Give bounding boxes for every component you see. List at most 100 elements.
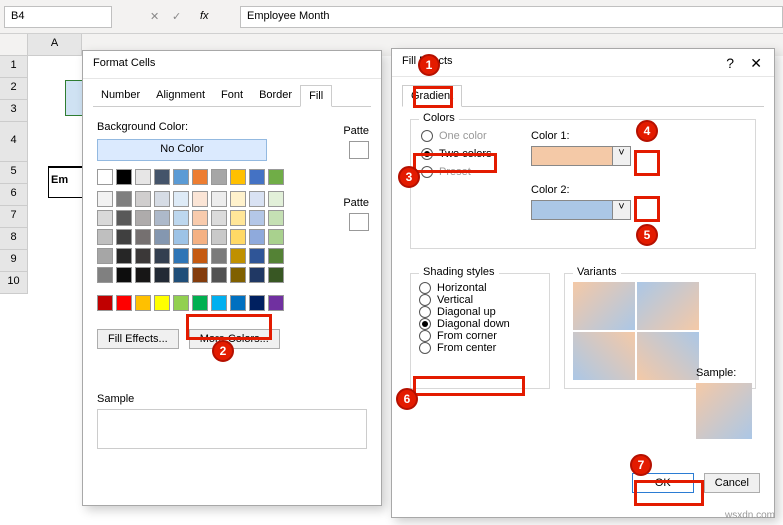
color-swatch[interactable]: [211, 229, 227, 245]
color-swatch[interactable]: [154, 229, 170, 245]
tab-number[interactable]: Number: [93, 85, 148, 106]
color-swatch[interactable]: [249, 169, 265, 185]
select-all-triangle[interactable]: [0, 34, 28, 56]
color-swatch[interactable]: [173, 295, 189, 311]
check-icon[interactable]: ✓: [172, 10, 181, 23]
color-swatch[interactable]: [230, 210, 246, 226]
radio-horizontal[interactable]: Horizontal: [419, 282, 541, 294]
row-header-9[interactable]: 9: [0, 250, 28, 272]
radio-diagonal-up[interactable]: Diagonal up: [419, 306, 541, 318]
color-swatch[interactable]: [135, 248, 151, 264]
variant-4[interactable]: [637, 332, 699, 380]
color-swatch[interactable]: [192, 191, 208, 207]
radio-one-color[interactable]: One color: [421, 130, 531, 142]
pattern-color-dropdown[interactable]: [349, 141, 369, 159]
color-swatch[interactable]: [154, 267, 170, 283]
color-swatch[interactable]: [135, 210, 151, 226]
fill-effects-button[interactable]: Fill Effects...: [97, 329, 179, 349]
color-swatch[interactable]: [230, 229, 246, 245]
color-swatch[interactable]: [154, 169, 170, 185]
color-swatch[interactable]: [173, 191, 189, 207]
color-swatch[interactable]: [116, 229, 132, 245]
tab-border[interactable]: Border: [251, 85, 300, 106]
color-swatch[interactable]: [192, 248, 208, 264]
color-swatch[interactable]: [192, 295, 208, 311]
color-swatch[interactable]: [173, 267, 189, 283]
color-swatch[interactable]: [154, 191, 170, 207]
color1-dropdown[interactable]: ˅: [531, 146, 631, 166]
color-swatch[interactable]: [97, 295, 113, 311]
color-swatch[interactable]: [192, 267, 208, 283]
color-swatch[interactable]: [173, 169, 189, 185]
row-header-10[interactable]: 10: [0, 272, 28, 294]
cancel-icon[interactable]: ✕: [150, 10, 159, 23]
color-swatch[interactable]: [135, 191, 151, 207]
color-swatch[interactable]: [230, 267, 246, 283]
row-header-4[interactable]: 4: [0, 122, 28, 162]
color-swatch[interactable]: [268, 191, 284, 207]
color-swatch[interactable]: [97, 267, 113, 283]
color-swatch[interactable]: [268, 210, 284, 226]
color-swatch[interactable]: [268, 248, 284, 264]
row-header-6[interactable]: 6: [0, 184, 28, 206]
tab-alignment[interactable]: Alignment: [148, 85, 213, 106]
color-swatch[interactable]: [211, 248, 227, 264]
color-swatch[interactable]: [154, 295, 170, 311]
row-header-2[interactable]: 2: [0, 78, 28, 100]
color-swatch[interactable]: [173, 248, 189, 264]
radio-diagonal-down[interactable]: Diagonal down: [419, 318, 541, 330]
name-box[interactable]: B4: [4, 6, 112, 28]
color-swatch[interactable]: [211, 191, 227, 207]
color-swatch[interactable]: [249, 267, 265, 283]
color-swatch[interactable]: [192, 229, 208, 245]
color-swatch[interactable]: [154, 248, 170, 264]
color-swatch[interactable]: [230, 295, 246, 311]
row-header-5[interactable]: 5: [0, 162, 28, 184]
color-swatch[interactable]: [97, 229, 113, 245]
color-swatch[interactable]: [211, 169, 227, 185]
color-swatch[interactable]: [211, 295, 227, 311]
color-swatch[interactable]: [249, 295, 265, 311]
color-swatch[interactable]: [249, 191, 265, 207]
color-swatch[interactable]: [135, 295, 151, 311]
col-header-a[interactable]: A: [28, 34, 82, 56]
color2-dropdown[interactable]: ˅: [531, 200, 631, 220]
variant-1[interactable]: [573, 282, 635, 330]
row-header-8[interactable]: 8: [0, 228, 28, 250]
color-swatch[interactable]: [268, 295, 284, 311]
color-swatch[interactable]: [211, 267, 227, 283]
color-swatch[interactable]: [135, 229, 151, 245]
variant-3[interactable]: [573, 332, 635, 380]
color-swatch[interactable]: [173, 210, 189, 226]
color-swatch[interactable]: [116, 191, 132, 207]
color-swatch[interactable]: [249, 248, 265, 264]
color-swatch[interactable]: [249, 229, 265, 245]
color-swatch[interactable]: [230, 248, 246, 264]
tab-font[interactable]: Font: [213, 85, 251, 106]
color-swatch[interactable]: [135, 267, 151, 283]
close-icon[interactable]: ✕: [750, 55, 762, 72]
color-swatch[interactable]: [211, 210, 227, 226]
row-header-1[interactable]: 1: [0, 56, 28, 78]
color-swatch[interactable]: [192, 210, 208, 226]
color-swatch[interactable]: [230, 169, 246, 185]
color-swatch[interactable]: [173, 229, 189, 245]
color-swatch[interactable]: [97, 210, 113, 226]
color-swatch[interactable]: [97, 169, 113, 185]
tab-fill[interactable]: Fill: [300, 85, 332, 107]
variant-2[interactable]: [637, 282, 699, 330]
color-swatch[interactable]: [116, 210, 132, 226]
color-swatch[interactable]: [116, 295, 132, 311]
color-swatch[interactable]: [135, 169, 151, 185]
color-swatch[interactable]: [230, 191, 246, 207]
color-swatch[interactable]: [192, 169, 208, 185]
color-swatch[interactable]: [154, 210, 170, 226]
radio-vertical[interactable]: Vertical: [419, 294, 541, 306]
formula-bar[interactable]: Employee Month: [240, 6, 783, 28]
help-icon[interactable]: ?: [726, 55, 734, 71]
radio-from-corner[interactable]: From corner: [419, 330, 541, 342]
pattern-style-dropdown[interactable]: [349, 213, 369, 231]
color-swatch[interactable]: [268, 267, 284, 283]
color-swatch[interactable]: [97, 191, 113, 207]
color-swatch[interactable]: [116, 267, 132, 283]
